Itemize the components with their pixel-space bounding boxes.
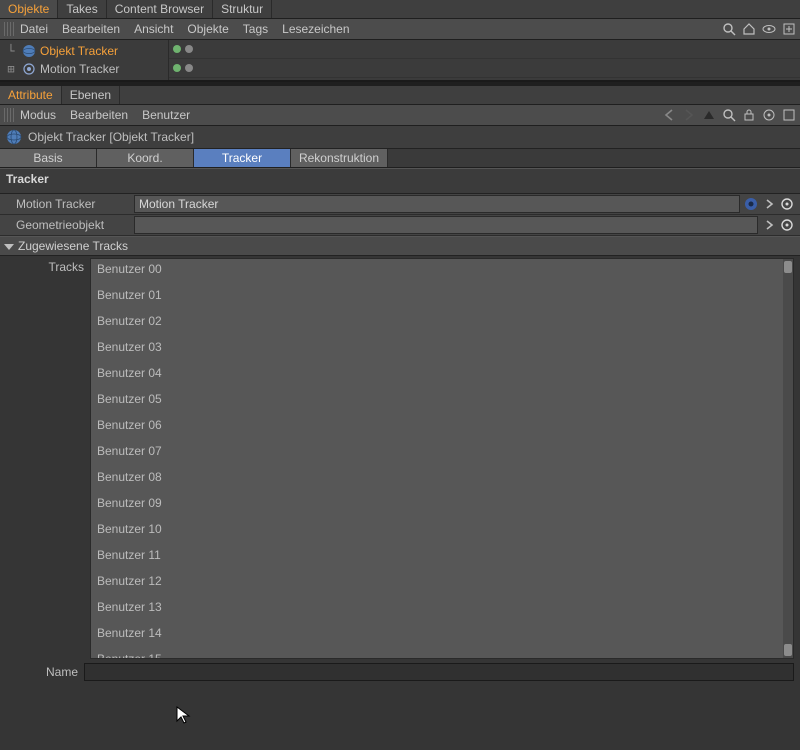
list-item[interactable]: Benutzer 06 (91, 415, 793, 441)
object-row-flags[interactable] (169, 59, 800, 78)
cursor-icon (176, 706, 192, 726)
param-geometrie: Geometrieobjekt (0, 215, 800, 236)
menu-datei[interactable]: Datei (20, 22, 48, 36)
render-dot-icon[interactable] (185, 64, 193, 72)
pick-target-icon[interactable] (780, 218, 794, 232)
name-label: Name (6, 665, 78, 679)
object-manager-menubar: Datei Bearbeiten Ansicht Objekte Tags Lesezei… (0, 19, 800, 40)
nav-back-icon[interactable] (662, 108, 676, 122)
target-icon[interactable] (762, 108, 776, 122)
attribute-manager-menubar: Modus Bearbeiten Benutzer (0, 105, 800, 126)
tab-content-browser[interactable]: Content Browser (107, 0, 213, 18)
subtab-tracker[interactable]: Tracker (194, 149, 291, 167)
search-icon[interactable] (722, 22, 736, 36)
menu-tags[interactable]: Tags (243, 22, 268, 36)
name-input[interactable] (84, 663, 794, 681)
object-manager-tabs: ObjekteTakesContent BrowserStruktur (0, 0, 800, 19)
lock-icon[interactable] (742, 108, 756, 122)
expand-icon[interactable] (782, 22, 796, 36)
nav-up-icon[interactable] (702, 108, 716, 122)
param-motion-tracker: Motion Tracker Motion Tracker (0, 194, 800, 215)
tracks-row: Tracks Benutzer 00Benutzer 01Benutzer 02… (0, 256, 800, 661)
list-item[interactable]: Benutzer 12 (91, 571, 793, 597)
menu-bearbeiten[interactable]: Bearbeiten (62, 22, 120, 36)
menu-lesezeichen[interactable]: Lesezeichen (282, 22, 349, 36)
scrollbar[interactable] (783, 259, 793, 658)
expand-icon[interactable] (782, 108, 796, 122)
menu-ansicht[interactable]: Ansicht (134, 22, 173, 36)
object-row-flags[interactable] (169, 40, 800, 59)
home-icon[interactable] (742, 22, 756, 36)
param-label: Motion Tracker (16, 197, 134, 211)
render-dot-icon[interactable] (185, 45, 193, 53)
list-item[interactable]: Benutzer 15 (91, 649, 793, 659)
tracks-label: Tracks (0, 256, 90, 661)
chevron-right-icon[interactable] (762, 218, 776, 232)
attribute-subtabs: BasisKoord.TrackerRekonstruktion (0, 149, 800, 168)
name-row: Name (0, 661, 800, 683)
list-item[interactable]: Benutzer 02 (91, 311, 793, 337)
tab-takes[interactable]: Takes (58, 0, 106, 18)
expand-icon[interactable]: └ (4, 44, 18, 58)
motion-tracker-field[interactable]: Motion Tracker (134, 195, 740, 213)
disclosure-triangle-icon (4, 244, 14, 250)
list-item[interactable]: Benutzer 09 (91, 493, 793, 519)
list-item[interactable]: Benutzer 13 (91, 597, 793, 623)
tree-item-label: Motion Tracker (40, 62, 119, 76)
expand-icon[interactable]: ⊞ (4, 62, 18, 76)
motion-icon (22, 62, 36, 76)
search-icon[interactable] (722, 108, 736, 122)
menu-benutzer[interactable]: Benutzer (142, 108, 190, 122)
list-item[interactable]: Benutzer 03 (91, 337, 793, 363)
list-item[interactable]: Benutzer 14 (91, 623, 793, 649)
tracks-list[interactable]: Benutzer 00Benutzer 01Benutzer 02Benutze… (90, 258, 794, 659)
link-target-icon[interactable] (744, 197, 758, 211)
vis-dot-icon[interactable] (173, 64, 181, 72)
list-item[interactable]: Benutzer 11 (91, 545, 793, 571)
list-item[interactable]: Benutzer 05 (91, 389, 793, 415)
list-item[interactable]: Benutzer 00 (91, 259, 793, 285)
sphere-icon (22, 44, 36, 58)
tab-attribute[interactable]: Attribute (0, 86, 62, 104)
vis-dot-icon[interactable] (173, 45, 181, 53)
attribute-title: Objekt Tracker [Objekt Tracker] (0, 126, 800, 149)
tab-ebenen[interactable]: Ebenen (62, 86, 120, 104)
menu-modus[interactable]: Modus (20, 108, 56, 122)
sphere-icon (6, 129, 22, 145)
attribute-title-text: Objekt Tracker [Objekt Tracker] (28, 130, 194, 144)
grip-icon[interactable] (4, 108, 14, 122)
section-header: Tracker (0, 168, 800, 194)
subtab-basis[interactable]: Basis (0, 149, 97, 167)
subtab-koord[interactable]: Koord. (97, 149, 194, 167)
tab-objekte[interactable]: Objekte (0, 0, 58, 18)
geometrie-field[interactable] (134, 216, 758, 234)
grip-icon[interactable] (4, 22, 14, 36)
list-item[interactable]: Benutzer 01 (91, 285, 793, 311)
eye-icon[interactable] (762, 22, 776, 36)
param-label: Geometrieobjekt (16, 218, 134, 232)
menu-objekte[interactable]: Objekte (187, 22, 228, 36)
tree-item[interactable]: └ Objekt Tracker (0, 42, 168, 60)
object-tree: └ Objekt Tracker ⊞ Motion Tracker (0, 40, 800, 82)
pick-target-icon[interactable] (780, 197, 794, 211)
list-item[interactable]: Benutzer 10 (91, 519, 793, 545)
menu-bearbeiten[interactable]: Bearbeiten (70, 108, 128, 122)
tab-struktur[interactable]: Struktur (213, 0, 272, 18)
tree-item[interactable]: ⊞ Motion Tracker (0, 60, 168, 78)
nav-fwd-icon[interactable] (682, 108, 696, 122)
tree-item-label: Objekt Tracker (40, 44, 118, 58)
list-item[interactable]: Benutzer 08 (91, 467, 793, 493)
subtab-rekonstruktion[interactable]: Rekonstruktion (291, 149, 388, 167)
attribute-manager-tabs: AttributeEbenen (0, 86, 800, 105)
assigned-tracks-header[interactable]: Zugewiesene Tracks (0, 236, 800, 256)
chevron-right-icon[interactable] (762, 197, 776, 211)
list-item[interactable]: Benutzer 04 (91, 363, 793, 389)
list-item[interactable]: Benutzer 07 (91, 441, 793, 467)
